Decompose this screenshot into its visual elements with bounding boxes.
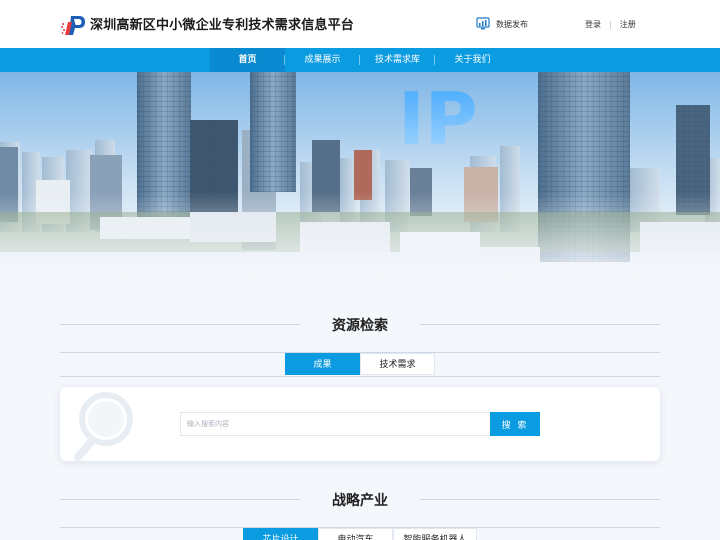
tab-chip-design[interactable]: 芯片设计 bbox=[243, 528, 318, 540]
strategic-industry-tabs: 芯片设计 电动汽车 智能服务机器人 bbox=[243, 528, 477, 540]
register-link[interactable]: 注册 bbox=[620, 19, 636, 30]
nav-item-tech-demand-library[interactable]: 技术需求库 bbox=[360, 48, 435, 72]
site-header: 深圳高新区中小微企业专利技术需求信息平台 数据发布 登录 | 注册 bbox=[0, 0, 720, 48]
strategic-industry-title-bar: 战略产业 bbox=[60, 490, 660, 510]
resource-search-title-bar: 资源检索 bbox=[60, 315, 660, 335]
tab-electric-vehicle[interactable]: 电动汽车 bbox=[318, 528, 393, 540]
nav-list: 首页 成果展示 技术需求库 关于我们 bbox=[210, 48, 510, 72]
nav-item-home[interactable]: 首页 bbox=[210, 48, 285, 72]
tab-service-robot[interactable]: 智能服务机器人 bbox=[393, 528, 477, 540]
nav-item-about-us[interactable]: 关于我们 bbox=[435, 48, 510, 72]
data-publish-link[interactable]: 数据发布 bbox=[476, 17, 528, 31]
nav-item-achievements[interactable]: 成果展示 bbox=[285, 48, 360, 72]
search-input[interactable] bbox=[180, 412, 490, 436]
tabs-divider-bottom bbox=[60, 376, 660, 377]
hero-banner: IP bbox=[0, 72, 720, 282]
site-title: 深圳高新区中小微企业专利技术需求信息平台 bbox=[90, 18, 355, 33]
magnifier-watermark-icon bbox=[74, 392, 133, 461]
main-nav: 首页 成果展示 技术需求库 关于我们 bbox=[0, 48, 720, 72]
tab-tech-demand[interactable]: 技术需求 bbox=[360, 353, 435, 375]
resource-search-title: 资源检索 bbox=[332, 318, 388, 334]
search-button[interactable]: 搜 索 bbox=[490, 412, 540, 436]
title-divider-right bbox=[420, 499, 660, 500]
login-link[interactable]: 登录 bbox=[585, 19, 601, 30]
strategic-industry-title: 战略产业 bbox=[332, 493, 388, 509]
city-skyline-image: IP bbox=[0, 72, 720, 282]
monitor-chart-icon bbox=[476, 17, 490, 30]
platform-logo-icon[interactable] bbox=[60, 14, 86, 36]
data-publish-label: 数据发布 bbox=[496, 19, 528, 29]
resource-search-tabs: 成果 技术需求 bbox=[285, 353, 435, 375]
search-card: 搜 索 bbox=[60, 387, 660, 461]
auth-separator: | bbox=[609, 20, 612, 29]
title-divider-right bbox=[420, 324, 660, 325]
banner-ip-sign: IP bbox=[398, 77, 478, 161]
tab-achievements[interactable]: 成果 bbox=[285, 353, 360, 375]
auth-links: 登录 | 注册 bbox=[585, 19, 636, 30]
